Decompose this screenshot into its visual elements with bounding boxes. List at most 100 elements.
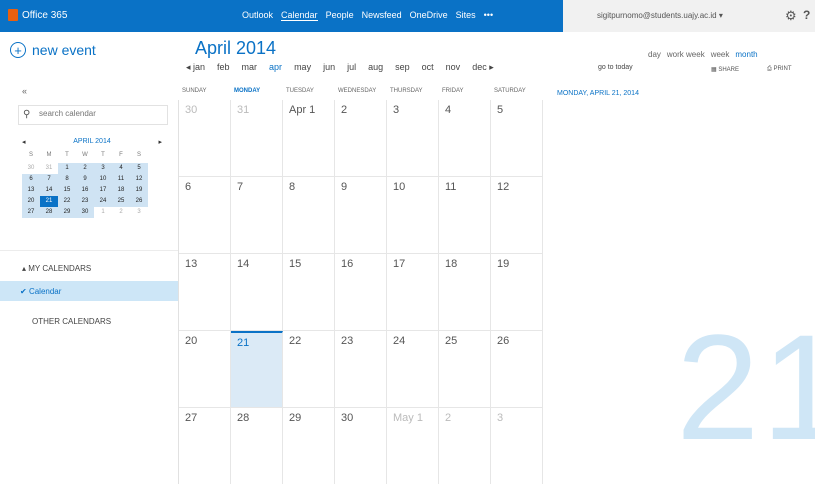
nav-calendar[interactable]: Calendar <box>281 10 318 21</box>
share-button[interactable]: ▦ SHARE <box>711 66 739 73</box>
month-may[interactable]: may <box>294 62 311 73</box>
nav-more[interactable]: ••• <box>484 10 493 21</box>
month-aug[interactable]: aug <box>368 62 383 73</box>
mini-day[interactable]: 20 <box>22 196 40 207</box>
view-week[interactable]: week <box>711 50 730 59</box>
day-cell[interactable]: 3 <box>491 408 543 484</box>
mini-day[interactable]: 18 <box>112 185 130 196</box>
month-jun[interactable]: jun <box>323 62 335 73</box>
day-cell[interactable]: 5 <box>491 100 543 177</box>
day-cell-selected[interactable]: 21 <box>231 331 283 408</box>
day-cell[interactable]: 8 <box>283 177 335 254</box>
mini-day[interactable]: 11 <box>112 174 130 185</box>
go-to-today-link[interactable]: go to today <box>598 64 633 71</box>
day-cell[interactable]: 12 <box>491 177 543 254</box>
mini-day[interactable]: 7 <box>40 174 58 185</box>
month-jul[interactable]: jul <box>347 62 356 73</box>
day-cell[interactable]: 27 <box>179 408 231 484</box>
mini-day[interactable]: 14 <box>40 185 58 196</box>
nav-outlook[interactable]: Outlook <box>242 10 273 21</box>
day-cell[interactable]: 11 <box>439 177 491 254</box>
day-cell[interactable]: 2 <box>335 100 387 177</box>
nav-sites[interactable]: Sites <box>456 10 476 21</box>
help-icon[interactable]: ? <box>803 8 810 22</box>
mini-day[interactable]: 5 <box>130 163 148 174</box>
day-cell[interactable]: 9 <box>335 177 387 254</box>
month-mar[interactable]: mar <box>242 62 258 73</box>
day-cell[interactable]: 29 <box>283 408 335 484</box>
mini-day[interactable]: 2 <box>76 163 94 174</box>
day-cell[interactable]: 6 <box>179 177 231 254</box>
view-day[interactable]: day <box>648 50 661 59</box>
day-cell[interactable]: 4 <box>439 100 491 177</box>
day-cell[interactable]: 13 <box>179 254 231 331</box>
day-cell[interactable]: 17 <box>387 254 439 331</box>
mini-day[interactable]: 2 <box>112 207 130 218</box>
search-icon[interactable]: ⚲ <box>23 109 30 120</box>
mini-day[interactable]: 4 <box>112 163 130 174</box>
gear-icon[interactable]: ⚙ <box>785 8 797 24</box>
day-cell[interactable]: 3 <box>387 100 439 177</box>
mini-day[interactable]: 17 <box>94 185 112 196</box>
mini-day[interactable]: 24 <box>94 196 112 207</box>
mini-day[interactable]: 27 <box>22 207 40 218</box>
nav-people[interactable]: People <box>326 10 354 21</box>
day-cell[interactable]: May 1 <box>387 408 439 484</box>
mini-day[interactable]: 16 <box>76 185 94 196</box>
mini-day[interactable]: 22 <box>58 196 76 207</box>
mini-day[interactable]: 3 <box>94 163 112 174</box>
mini-day[interactable]: 31 <box>40 163 58 174</box>
mini-day[interactable]: 3 <box>130 207 148 218</box>
mini-day[interactable]: 13 <box>22 185 40 196</box>
day-cell[interactable]: 20 <box>179 331 231 408</box>
day-cell[interactable]: 7 <box>231 177 283 254</box>
view-work-week[interactable]: work week <box>667 50 705 59</box>
collapse-sidebar-button[interactable]: « <box>22 86 27 96</box>
day-cell[interactable]: 16 <box>335 254 387 331</box>
mini-day[interactable]: 28 <box>40 207 58 218</box>
brand[interactable]: Office 365 <box>8 9 67 21</box>
month-oct[interactable]: oct <box>422 62 434 73</box>
day-cell[interactable]: 19 <box>491 254 543 331</box>
other-calendars-heading[interactable]: OTHER CALENDARS <box>32 317 111 326</box>
mini-day[interactable]: 1 <box>94 207 112 218</box>
day-cell[interactable]: 18 <box>439 254 491 331</box>
mini-calendar-prev-icon[interactable]: ◂ <box>22 138 26 146</box>
mini-calendar-next-icon[interactable]: ▸ <box>158 138 162 146</box>
day-cell[interactable]: 14 <box>231 254 283 331</box>
month-dec[interactable]: dec ▸ <box>472 62 494 73</box>
mini-day[interactable]: 15 <box>58 185 76 196</box>
day-cell[interactable]: 23 <box>335 331 387 408</box>
day-cell[interactable]: 31 <box>231 100 283 177</box>
day-cell[interactable]: 10 <box>387 177 439 254</box>
mini-day[interactable]: 8 <box>58 174 76 185</box>
mini-day[interactable]: 12 <box>130 174 148 185</box>
mini-day[interactable]: 26 <box>130 196 148 207</box>
print-button[interactable]: ⎙ PRINT <box>767 66 791 73</box>
mini-day[interactable]: 1 <box>58 163 76 174</box>
day-cell[interactable]: 22 <box>283 331 335 408</box>
new-event-button[interactable]: + new event <box>10 42 96 58</box>
my-calendars-heading[interactable]: ▴ MY CALENDARS <box>22 264 91 273</box>
day-cell[interactable]: 30 <box>335 408 387 484</box>
day-cell[interactable]: 30 <box>179 100 231 177</box>
calendar-list-item[interactable]: ✔ Calendar <box>0 281 178 301</box>
day-cell[interactable]: 2 <box>439 408 491 484</box>
month-jan[interactable]: ◂ jan <box>186 62 205 73</box>
nav-onedrive[interactable]: OneDrive <box>410 10 448 21</box>
mini-day[interactable]: 10 <box>94 174 112 185</box>
day-cell[interactable]: Apr 1 <box>283 100 335 177</box>
day-cell[interactable]: 25 <box>439 331 491 408</box>
mini-day[interactable]: 23 <box>76 196 94 207</box>
day-cell[interactable]: 28 <box>231 408 283 484</box>
mini-day-selected[interactable]: 21 <box>40 196 58 207</box>
mini-day[interactable]: 19 <box>130 185 148 196</box>
mini-day[interactable]: 6 <box>22 174 40 185</box>
month-apr[interactable]: apr <box>269 62 282 73</box>
month-nov[interactable]: nov <box>446 62 461 73</box>
day-cell[interactable]: 15 <box>283 254 335 331</box>
search-input[interactable] <box>39 109 159 118</box>
mini-day[interactable]: 9 <box>76 174 94 185</box>
nav-newsfeed[interactable]: Newsfeed <box>362 10 402 21</box>
mini-day[interactable]: 30 <box>76 207 94 218</box>
